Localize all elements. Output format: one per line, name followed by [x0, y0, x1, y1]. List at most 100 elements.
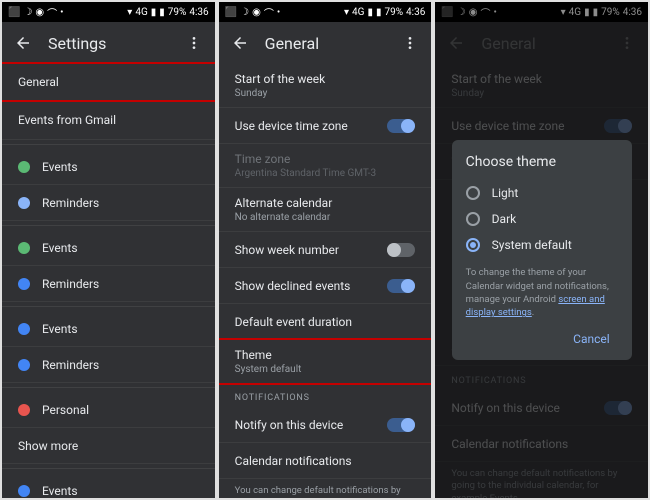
battery-pct: 79% — [384, 7, 403, 18]
item-label: Show declined events — [235, 279, 376, 293]
setting-declined-events[interactable]: Show declined events — [219, 268, 432, 304]
back-icon[interactable] — [14, 34, 32, 52]
moon-icon: ☽ — [23, 7, 32, 18]
battery-pct: 79% — [168, 7, 187, 18]
calendar-item-events[interactable]: Events — [2, 311, 215, 347]
section-header: NOTIFICATIONS — [219, 383, 432, 407]
item-label: Alternate calendar — [235, 196, 416, 210]
setting-notify-device[interactable]: Notify on this device — [219, 407, 432, 443]
item-label: Events — [42, 160, 199, 174]
option-label: Dark — [492, 212, 517, 226]
setting-alt-calendar[interactable]: Alternate calendar No alternate calendar — [219, 188, 432, 232]
theme-option-dark[interactable]: Dark — [466, 206, 618, 232]
item-sublabel: No alternate calendar — [235, 212, 416, 223]
status-icon: ⬛ — [8, 7, 20, 18]
color-dot-icon — [18, 485, 30, 497]
radio-icon — [466, 212, 480, 226]
status-icon: ⌒ — [47, 5, 57, 20]
dialog-backdrop[interactable]: Choose theme Light Dark System default T… — [435, 2, 648, 498]
item-label: Show week number — [235, 243, 376, 257]
item-label: Time zone — [235, 152, 416, 166]
item-label: Calendar notifications — [235, 454, 416, 468]
page-title: General — [265, 34, 386, 53]
clock: 4:36 — [189, 7, 208, 18]
status-bar: ⬛ ☽ ◉ ⌒ • ▾ 4G ▮ ▮ 79% 4:36 — [219, 2, 432, 22]
calendar-item-reminders[interactable]: Reminders — [2, 347, 215, 383]
color-dot-icon — [18, 323, 30, 335]
notification-hint: You can change default notifications by … — [219, 479, 432, 498]
item-label: Theme — [235, 348, 416, 362]
status-icon: ⌒ — [264, 5, 274, 20]
toggle-switch[interactable] — [387, 243, 415, 257]
color-dot-icon — [18, 278, 30, 290]
phone-theme-dialog-screen: ⬛ ☽ ◉ ⌒ • ▾ 4G ▮ ▮ 79% 4:36 General — [435, 2, 648, 498]
calendar-item-events[interactable]: Events — [2, 473, 215, 498]
item-label: Start of the week — [235, 72, 416, 86]
item-label: Reminders — [42, 358, 199, 372]
radio-icon — [466, 238, 480, 252]
signal-icon: 4G — [135, 7, 147, 18]
theme-dialog: Choose theme Light Dark System default T… — [452, 140, 632, 359]
back-icon[interactable] — [231, 34, 249, 52]
item-label: Events — [42, 484, 199, 498]
wifi-icon: ▾ — [344, 7, 349, 18]
settings-item-show-more[interactable]: Show more — [2, 428, 215, 464]
calendar-item-reminders[interactable]: Reminders — [2, 266, 215, 302]
color-dot-icon — [18, 359, 30, 371]
phone-settings-screen: ⬛ ☽ ◉ ⌒ • ▾ 4G ▮ ▮ 79% 4:36 Settings Gen… — [2, 2, 215, 498]
theme-option-light[interactable]: Light — [466, 180, 618, 206]
dialog-note: To change the theme of your Calendar wid… — [466, 266, 618, 319]
toggle-switch[interactable] — [387, 119, 415, 133]
signal-icon: 4G — [352, 7, 364, 18]
item-label: Events — [42, 322, 199, 336]
item-label: Events — [42, 241, 199, 255]
clock: 4:36 — [406, 7, 425, 18]
item-label: Use device time zone — [235, 119, 376, 133]
item-label: Show more — [18, 439, 199, 453]
item-label: Personal — [42, 403, 199, 417]
calendar-item-events[interactable]: Events — [2, 230, 215, 266]
status-icon: • — [60, 7, 63, 18]
setting-start-week[interactable]: Start of the week Sunday — [219, 64, 432, 108]
divider — [2, 306, 215, 307]
setting-week-number[interactable]: Show week number — [219, 232, 432, 268]
setting-theme[interactable]: Theme System default — [219, 338, 432, 385]
setting-calendar-notifications[interactable]: Calendar notifications — [219, 443, 432, 479]
status-icon: ◉ — [252, 7, 261, 18]
item-label: Reminders — [42, 277, 199, 291]
calendar-item-personal[interactable]: Personal — [2, 392, 215, 428]
overflow-icon[interactable] — [401, 34, 419, 52]
toggle-switch[interactable] — [387, 279, 415, 293]
overflow-icon[interactable] — [185, 34, 203, 52]
general-list: Start of the week Sunday Use device time… — [219, 64, 432, 498]
divider — [2, 387, 215, 388]
item-label: Default event duration — [235, 315, 416, 329]
color-dot-icon — [18, 404, 30, 416]
signal-bars-icon: ▮ — [151, 7, 157, 18]
option-label: System default — [492, 238, 572, 252]
wifi-icon: ▾ — [127, 7, 132, 18]
setting-default-duration[interactable]: Default event duration — [219, 304, 432, 340]
radio-icon — [466, 186, 480, 200]
item-label: Notify on this device — [235, 418, 376, 432]
toggle-switch[interactable] — [387, 418, 415, 432]
option-label: Light — [492, 186, 519, 200]
settings-item-general[interactable]: General — [2, 62, 215, 102]
phone-general-screen: ⬛ ☽ ◉ ⌒ • ▾ 4G ▮ ▮ 79% 4:36 General Star… — [219, 2, 432, 498]
calendar-item-reminders[interactable]: Reminders — [2, 185, 215, 221]
settings-item-events-gmail[interactable]: Events from Gmail — [2, 100, 215, 140]
item-label: Events from Gmail — [18, 113, 199, 127]
dialog-title: Choose theme — [466, 154, 618, 170]
cancel-button[interactable]: Cancel — [565, 326, 618, 352]
theme-option-system[interactable]: System default — [466, 232, 618, 258]
appbar: General — [219, 22, 432, 64]
setting-device-timezone[interactable]: Use device time zone — [219, 108, 432, 144]
settings-list: General Events from Gmail Events Reminde… — [2, 64, 215, 498]
status-icon: • — [277, 7, 280, 18]
item-label: General — [18, 75, 199, 89]
battery-icon: ▮ — [159, 7, 165, 18]
color-dot-icon — [18, 242, 30, 254]
page-title: Settings — [48, 34, 169, 53]
item-sublabel: System default — [235, 364, 416, 375]
calendar-item-events[interactable]: Events — [2, 149, 215, 185]
